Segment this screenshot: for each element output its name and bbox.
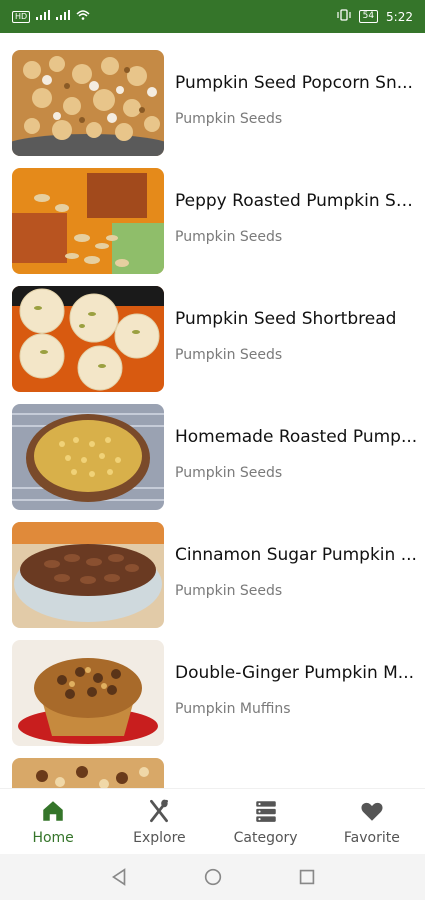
nav-category[interactable]: Category [213,789,319,854]
wifi-icon [76,10,90,23]
bottom-navigation: Home Explore Category Favorite [0,788,425,854]
list-item[interactable]: Cinnamon Sugar Pumpkin ... Pumpkin Seeds [0,505,425,628]
recipe-thumbnail[interactable] [12,168,164,274]
home-circle-icon[interactable] [202,866,224,888]
list-item[interactable]: Pumpkin Seed Shortbread Pumpkin Seeds [0,269,425,392]
list-item[interactable]: Double-Ginger Pumpkin M... Pumpkin Muffi… [0,623,425,746]
recipe-category: Pumpkin Seeds [175,229,283,245]
recipe-thumbnail[interactable] [12,640,164,746]
status-left: HD [12,10,90,23]
signal-icon [36,10,51,23]
status-right: 54 5:22 [336,9,413,24]
utensils-icon [150,799,169,822]
category-list-icon [255,800,276,822]
recipe-title[interactable]: Double-Ginger Pumpkin M... [175,663,420,683]
recipe-thumbnail[interactable] [12,286,164,392]
clock: 5:22 [386,9,413,24]
back-icon[interactable] [108,866,130,888]
nav-home[interactable]: Home [0,789,106,854]
list-item[interactable]: Peppy Roasted Pumpkin Se... Pumpkin Seed… [0,151,425,274]
recipe-title[interactable]: Homemade Roasted Pump... [175,427,420,447]
recipe-title[interactable]: Pumpkin Seed Shortbread [175,309,420,329]
recipe-category: Pumpkin Seeds [175,583,283,599]
recipe-title[interactable]: Cinnamon Sugar Pumpkin ... [175,545,420,565]
nav-explore-label: Explore [133,829,186,846]
recipe-title[interactable]: Peppy Roasted Pumpkin Se... [175,191,420,211]
recipe-thumbnail[interactable] [12,758,164,788]
recipe-thumbnail[interactable] [12,522,164,628]
recipe-title[interactable]: Pumpkin Seed Popcorn Sn... [175,73,420,93]
recents-square-icon[interactable] [296,866,318,888]
recipe-thumbnail[interactable] [12,404,164,510]
home-icon [43,800,63,821]
list-item[interactable]: Homemade Roasted Pump... Pumpkin Seeds [0,387,425,510]
nav-explore[interactable]: Explore [106,789,212,854]
recipe-thumbnail[interactable] [12,50,164,156]
status-bar: HD 54 5:22 [0,0,425,33]
nav-favorite-label: Favorite [343,829,400,846]
system-navigation-bar [0,854,425,900]
battery-icon: 54 [358,10,379,23]
heart-icon [361,802,383,821]
signal-icon-2 [56,10,71,23]
recipe-category: Pumpkin Seeds [175,111,283,127]
vibrate-icon [336,9,351,24]
list-item[interactable]: Pumpkin Seed Popcorn Sn... Pumpkin Seeds [0,33,425,156]
list-item[interactable] [0,741,425,788]
recipe-category: Pumpkin Muffins [175,701,291,717]
nav-home-label: Home [32,829,74,846]
nav-favorite[interactable]: Favorite [319,789,425,854]
recipe-category: Pumpkin Seeds [175,465,283,481]
hd-badge: HD [12,10,31,23]
recipe-list[interactable]: Pumpkin Seed Popcorn Sn... Pumpkin Seeds… [0,33,425,788]
recipe-category: Pumpkin Seeds [175,347,283,363]
nav-category-label: Category [233,829,298,846]
